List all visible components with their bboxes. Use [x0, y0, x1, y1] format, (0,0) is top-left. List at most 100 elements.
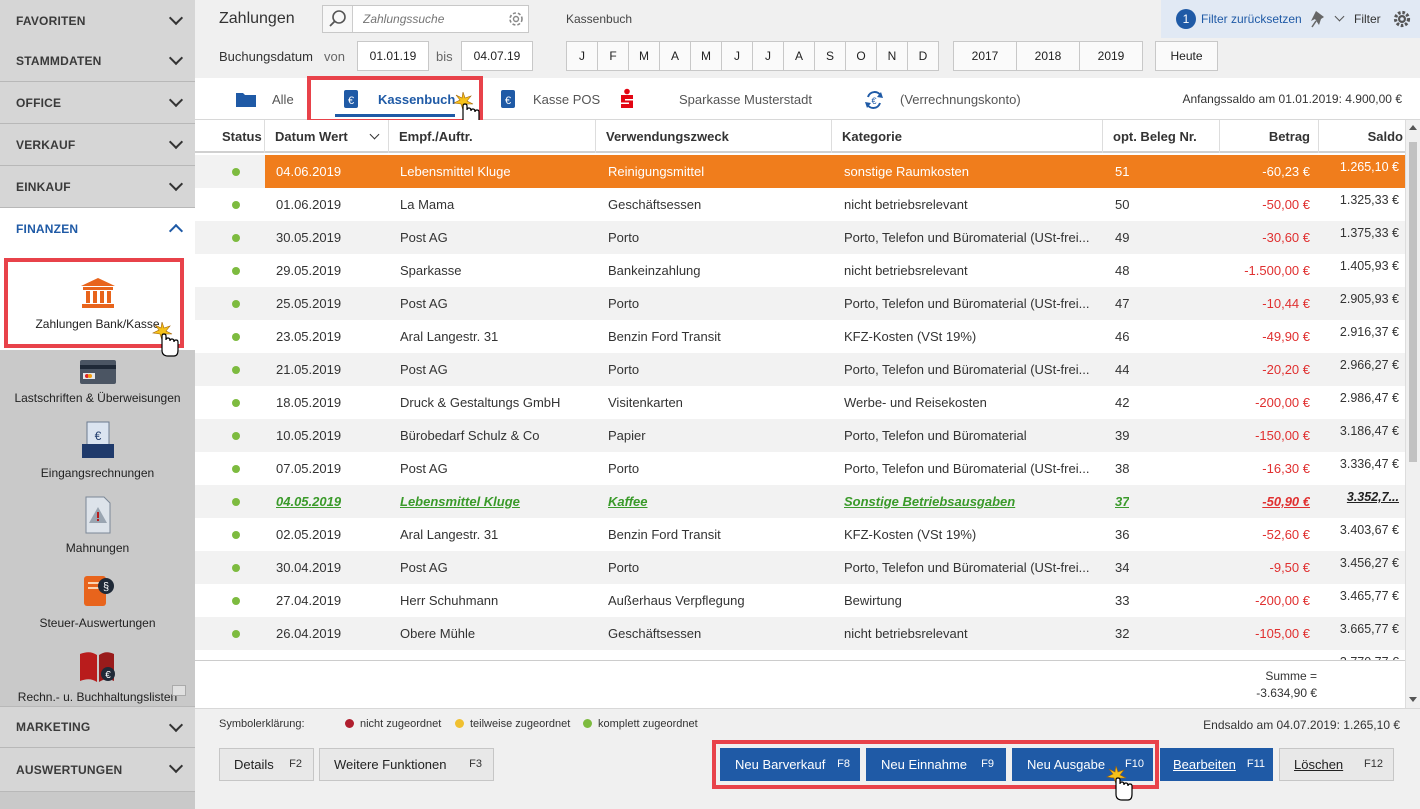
sidebar-item-lastschriften[interactable]: Lastschriften & Überweisungen — [0, 350, 195, 425]
sidebar-section-finanzen[interactable]: FINANZEN — [0, 208, 195, 250]
month-button-apr[interactable]: A — [659, 41, 691, 71]
sidebar-item-mahnungen[interactable]: Mahnungen — [0, 496, 195, 575]
table-body: 04.06.2019 Lebensmittel Kluge Reinigungs… — [195, 155, 1405, 660]
table-row[interactable]: 04.06.2019 Lebensmittel Kluge Reinigungs… — [195, 155, 1405, 188]
sidebar-section-auswertungen[interactable]: AUSWERTUNGEN — [0, 748, 195, 792]
column-header-amount[interactable]: Betrag — [1220, 120, 1319, 153]
cell-balance: 1.375,33 € — [1339, 226, 1399, 240]
status-dot-complete — [232, 366, 240, 374]
filter-label[interactable]: Filter — [1354, 12, 1381, 26]
table-row[interactable]: 26.04.2019 Obere Mühle Geschäftsessen ni… — [195, 617, 1405, 650]
year-button-2017[interactable]: 2017 — [953, 41, 1017, 71]
month-button-oct[interactable]: O — [845, 41, 877, 71]
search-button[interactable] — [323, 6, 353, 32]
year-button-2019[interactable]: 2019 — [1079, 41, 1143, 71]
cell-category: KFZ-Kosten (VSt 19%) — [844, 527, 977, 542]
scroll-down-icon[interactable] — [1409, 697, 1417, 702]
sidebar-section-stammdaten[interactable]: STAMMDATEN — [0, 40, 195, 82]
table-row[interactable]: 25.05.2019 Post AG Porto Porto, Telefon … — [195, 287, 1405, 320]
new-income-button[interactable]: Neu Einnahme F9 — [866, 748, 1006, 781]
scroll-up-icon[interactable] — [1409, 125, 1417, 130]
column-header-date[interactable]: Datum Wert — [265, 120, 389, 153]
table-row[interactable]: 27.04.2019 Herr Schuhmann Außerhaus Verp… — [195, 584, 1405, 617]
month-button-may[interactable]: M — [690, 41, 722, 71]
status-dot-complete — [232, 267, 240, 275]
pin-icon[interactable] — [1310, 9, 1328, 29]
delete-button[interactable]: Löschen F12 — [1279, 748, 1394, 781]
tab-kasse-pos[interactable]: € Kasse POS — [490, 78, 610, 120]
table-row[interactable]: 20.04.2019 Post AG Porto Porto, Telefon … — [195, 650, 1405, 660]
column-header-status[interactable]: Status — [195, 120, 265, 153]
cell-balance: 3.186,47 € — [1339, 424, 1399, 438]
month-button-mar[interactable]: M — [628, 41, 660, 71]
month-button-jan[interactable]: J — [566, 41, 598, 71]
table-row[interactable]: 23.05.2019 Aral Langestr. 31 Benzin Ford… — [195, 320, 1405, 353]
search-input[interactable] — [355, 6, 525, 32]
table-row[interactable]: 02.05.2019 Aral Langestr. 31 Benzin Ford… — [195, 518, 1405, 551]
more-functions-button[interactable]: Weitere Funktionen F3 — [319, 748, 494, 781]
section-label: EINKAUF — [16, 179, 71, 194]
tab-sparkasse[interactable]: Sparkasse Musterstadt — [615, 78, 830, 120]
month-button-feb[interactable]: F — [597, 41, 629, 71]
table-row[interactable]: 01.06.2019 La Mama Geschäftsessen nicht … — [195, 188, 1405, 221]
button-label: Neu Einnahme — [881, 757, 967, 772]
sidebar-item-buchhaltungslisten[interactable]: € Rechn.- u. Buchhaltungslisten — [0, 650, 195, 706]
filter-reset-link[interactable]: Filter zurücksetzen — [1201, 12, 1302, 26]
shortcut-key: F12 — [1364, 758, 1383, 770]
sidebar-section-favoriten[interactable]: FAVORITEN — [0, 0, 195, 42]
panel-collapse-icon[interactable] — [172, 685, 186, 696]
sidebar-item-steuer[interactable]: § Steuer-Auswertungen — [0, 575, 195, 650]
chevron-down-icon[interactable] — [1334, 11, 1345, 22]
cell-amount: -1.500,00 € — [1244, 263, 1310, 278]
month-button-aug[interactable]: A — [783, 41, 815, 71]
sidebar-section-verkauf[interactable]: VERKAUF — [0, 124, 195, 166]
today-button[interactable]: Heute — [1155, 41, 1218, 71]
details-button[interactable]: Details F2 — [219, 748, 314, 781]
edit-button[interactable]: Bearbeiten F11 — [1160, 748, 1273, 781]
sidebar-section-einkauf[interactable]: EINKAUF — [0, 166, 195, 208]
sidebar-section-office[interactable]: OFFICE — [0, 82, 195, 124]
sidebar-item-eingangsrechnungen[interactable]: € Eingangsrechnungen — [0, 421, 195, 500]
month-button-dec[interactable]: D — [907, 41, 939, 71]
cell-receipt: 44 — [1115, 362, 1130, 377]
cell-category: Bewirtung — [844, 593, 902, 608]
table-row[interactable]: 21.05.2019 Post AG Porto Porto, Telefon … — [195, 353, 1405, 386]
table-row[interactable]: 18.05.2019 Druck & Gestaltungs GmbH Visi… — [195, 386, 1405, 419]
table-row[interactable]: 30.04.2019 Post AG Porto Porto, Telefon … — [195, 551, 1405, 584]
column-header-category[interactable]: Kategorie — [832, 120, 1103, 153]
vertical-scrollbar[interactable] — [1405, 120, 1420, 708]
search-settings-gear-icon[interactable] — [507, 10, 525, 28]
sum-value: -3.634,90 € — [1256, 686, 1317, 700]
column-header-purpose[interactable]: Verwendungszweck — [596, 120, 832, 153]
cell-payee: Post AG — [400, 230, 448, 245]
table-row[interactable]: 07.05.2019 Post AG Porto Porto, Telefon … — [195, 452, 1405, 485]
scrollbar-thumb[interactable] — [1409, 142, 1417, 462]
column-header-balance[interactable]: Saldo — [1319, 120, 1405, 153]
month-button-jun[interactable]: J — [721, 41, 753, 71]
sidebar-section-marketing[interactable]: MARKETING — [0, 706, 195, 748]
new-cash-sale-button[interactable]: Neu Barverkauf F8 — [720, 748, 860, 781]
cell-payee: Post AG — [400, 362, 448, 377]
symbol-legend: Symbolerklärung: nicht zugeordnet teilwe… — [195, 708, 1420, 740]
tab-alle[interactable]: Alle — [225, 78, 315, 120]
month-button-jul[interactable]: J — [752, 41, 784, 71]
table-row-new-entry[interactable]: 04.05.2019 Lebensmittel Kluge Kaffee Son… — [195, 485, 1405, 518]
column-header-receipt[interactable]: opt. Beleg Nr. — [1103, 120, 1220, 153]
month-button-sep[interactable]: S — [814, 41, 846, 71]
table-row[interactable]: 10.05.2019 Bürobedarf Schulz & Co Papier… — [195, 419, 1405, 452]
tab-kassenbuch[interactable]: € Kassenbuch — [325, 78, 465, 120]
table-row[interactable]: 30.05.2019 Post AG Porto Porto, Telefon … — [195, 221, 1405, 254]
tab-verrechnungskonto[interactable]: € (Verrechnungskonto) — [855, 78, 1035, 120]
date-from-field[interactable]: 01.01.19 — [357, 41, 429, 71]
active-tab-indicator — [335, 114, 455, 117]
date-to-field[interactable]: 04.07.19 — [461, 41, 533, 71]
month-button-nov[interactable]: N — [876, 41, 908, 71]
year-button-2018[interactable]: 2018 — [1016, 41, 1080, 71]
cell-date: 07.05.2019 — [276, 461, 342, 476]
status-dot-complete — [232, 333, 240, 341]
gear-icon[interactable] — [1392, 9, 1412, 29]
sidebar-item-label: Mahnungen — [65, 541, 130, 555]
column-header-payee[interactable]: Empf./Auftr. — [389, 120, 596, 153]
table-row[interactable]: 29.05.2019 Sparkasse Bankeinzahlung nich… — [195, 254, 1405, 287]
cell-payee: Lebensmittel Kluge — [400, 164, 511, 179]
